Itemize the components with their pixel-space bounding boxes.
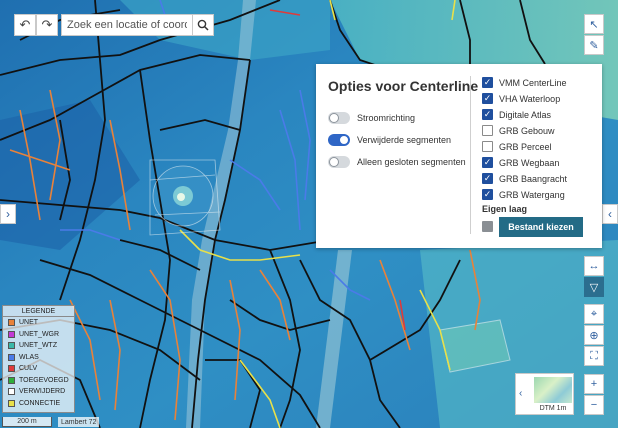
scale-bar: 200 m Lambert 72 — [2, 416, 100, 428]
layer-label: GRB Perceel — [499, 141, 552, 152]
checkbox[interactable] — [482, 141, 493, 152]
layer-vmm-centerline[interactable]: ✓ VMM CenterLine — [482, 77, 567, 88]
layer-label: GRB Wegbaan — [499, 157, 560, 168]
legend-item: CULV — [3, 363, 74, 375]
legend-item: UNET_WTZ — [3, 340, 74, 352]
layer-label: VMM CenterLine — [499, 77, 567, 88]
toggle-stroomrichting[interactable]: Stroomrichting — [328, 112, 415, 124]
checkbox[interactable]: ✓ — [482, 109, 493, 120]
undo-button[interactable]: ↶ — [14, 14, 36, 36]
own-layer-checkbox[interactable] — [482, 221, 493, 232]
edit-tool-button[interactable]: ✎ — [584, 35, 604, 55]
basemap-thumbnail[interactable] — [534, 377, 572, 403]
search-input[interactable] — [61, 14, 192, 36]
crs-label: Lambert 72 — [58, 417, 100, 427]
left-panel-toggle[interactable]: › — [0, 204, 16, 224]
cursor-icon: ↖ — [589, 18, 599, 31]
checkbox[interactable]: ✓ — [482, 93, 493, 104]
chevron-left-icon[interactable]: ‹ — [519, 388, 522, 399]
layer-label: GRB Baangracht — [499, 173, 568, 184]
own-layer-label: Eigen laag — [482, 204, 528, 214]
legend-item: UNET_WGR — [3, 329, 74, 341]
legend-item: WLAS — [3, 352, 74, 364]
basemap-switcher[interactable]: ‹ DTM 1m — [515, 373, 574, 415]
chevron-right-icon: › — [6, 207, 10, 221]
toggle-verwijderde-segmenten[interactable]: Verwijderde segmenten — [328, 134, 451, 146]
chevron-left-icon: ‹ — [608, 207, 612, 221]
toggle-label: Alleen gesloten segmenten — [357, 157, 466, 167]
centerline-options-panel: Opties voor Centerline Stroomrichting Ve… — [316, 64, 602, 248]
layer-label: GRB Watergang — [499, 189, 565, 200]
fullscreen-button[interactable]: ⛶ — [584, 346, 604, 366]
toggle-gesloten-segmenten[interactable]: Alleen gesloten segmenten — [328, 156, 466, 168]
location-button[interactable]: ⌖ — [584, 304, 604, 324]
layer-grb-gebouw[interactable]: GRB Gebouw — [482, 125, 555, 136]
layer-digitale-atlas[interactable]: ✓ Digitale Atlas — [482, 109, 551, 120]
zoom-in-icon: + — [590, 378, 598, 390]
right-panel-toggle[interactable]: ‹ — [602, 204, 618, 224]
legend: LEGENDE UNET UNET_WGR UNET_WTZ WLAS CULV… — [2, 305, 75, 413]
measure-icon: ↔ — [588, 260, 600, 272]
globe-button[interactable]: ⊕ — [584, 325, 604, 345]
layer-grb-perceel[interactable]: GRB Perceel — [482, 141, 552, 152]
search-icon — [197, 19, 209, 31]
pencil-icon: ✎ — [589, 39, 599, 52]
zoom-in-button[interactable]: + — [584, 374, 604, 394]
toggle-switch[interactable] — [328, 134, 350, 146]
redo-button[interactable]: ↷ — [36, 14, 58, 36]
undo-icon: ↶ — [19, 17, 31, 32]
globe-icon: ⊕ — [589, 329, 599, 342]
layer-label: GRB Gebouw — [499, 125, 555, 136]
layer-grb-watergang[interactable]: ✓ GRB Watergang — [482, 189, 565, 200]
layer-label: Digitale Atlas — [499, 109, 552, 120]
filter-icon: ▽ — [589, 281, 599, 294]
legend-item: UNET — [3, 317, 74, 329]
scale-distance: 200 m — [2, 417, 52, 427]
layer-grb-wegbaan[interactable]: ✓ GRB Wegbaan — [482, 157, 559, 168]
zoom-out-icon: − — [590, 399, 598, 411]
select-tool-button[interactable]: ↖ — [584, 14, 604, 34]
layer-grb-baangracht[interactable]: ✓ GRB Baangracht — [482, 173, 567, 184]
toggle-label: Verwijderde segmenten — [357, 135, 452, 145]
layer-vha-waterloop[interactable]: ✓ VHA Waterloop — [482, 93, 560, 104]
legend-item: TOEGEVOEGD — [3, 375, 74, 387]
legend-item: CONNECTIE — [3, 398, 74, 410]
location-icon: ⌖ — [590, 307, 598, 320]
checkbox[interactable]: ✓ — [482, 173, 493, 184]
checkbox[interactable] — [482, 125, 493, 136]
redo-icon: ↷ — [41, 17, 53, 32]
measure-button[interactable]: ↔ — [584, 256, 604, 276]
search-button[interactable] — [192, 14, 214, 36]
toggle-switch[interactable] — [328, 156, 350, 168]
panel-title: Opties voor Centerline — [328, 78, 479, 94]
basemap-label: DTM 1m — [539, 405, 567, 412]
legend-item: VERWIJDERD — [3, 386, 74, 398]
fullscreen-icon: ⛶ — [590, 349, 598, 362]
toggle-label: Stroomrichting — [357, 113, 416, 123]
checkbox[interactable]: ✓ — [482, 77, 493, 88]
choose-file-button[interactable]: Bestand kiezen — [499, 217, 583, 237]
panel-divider — [470, 76, 471, 234]
layer-label: VHA Waterloop — [499, 93, 561, 104]
checkbox[interactable]: ✓ — [482, 157, 493, 168]
checkbox[interactable]: ✓ — [482, 189, 493, 200]
filter-button[interactable]: ▽ — [584, 277, 604, 297]
map-app: ↶ ↷ ↖ ✎ ↔ ▽ ⌖ ⊕ ⛶ + − › ‹ Opties voor Ce… — [0, 0, 618, 428]
toggle-switch[interactable] — [328, 112, 350, 124]
legend-title: LEGENDE — [3, 306, 74, 317]
zoom-out-button[interactable]: − — [584, 395, 604, 415]
